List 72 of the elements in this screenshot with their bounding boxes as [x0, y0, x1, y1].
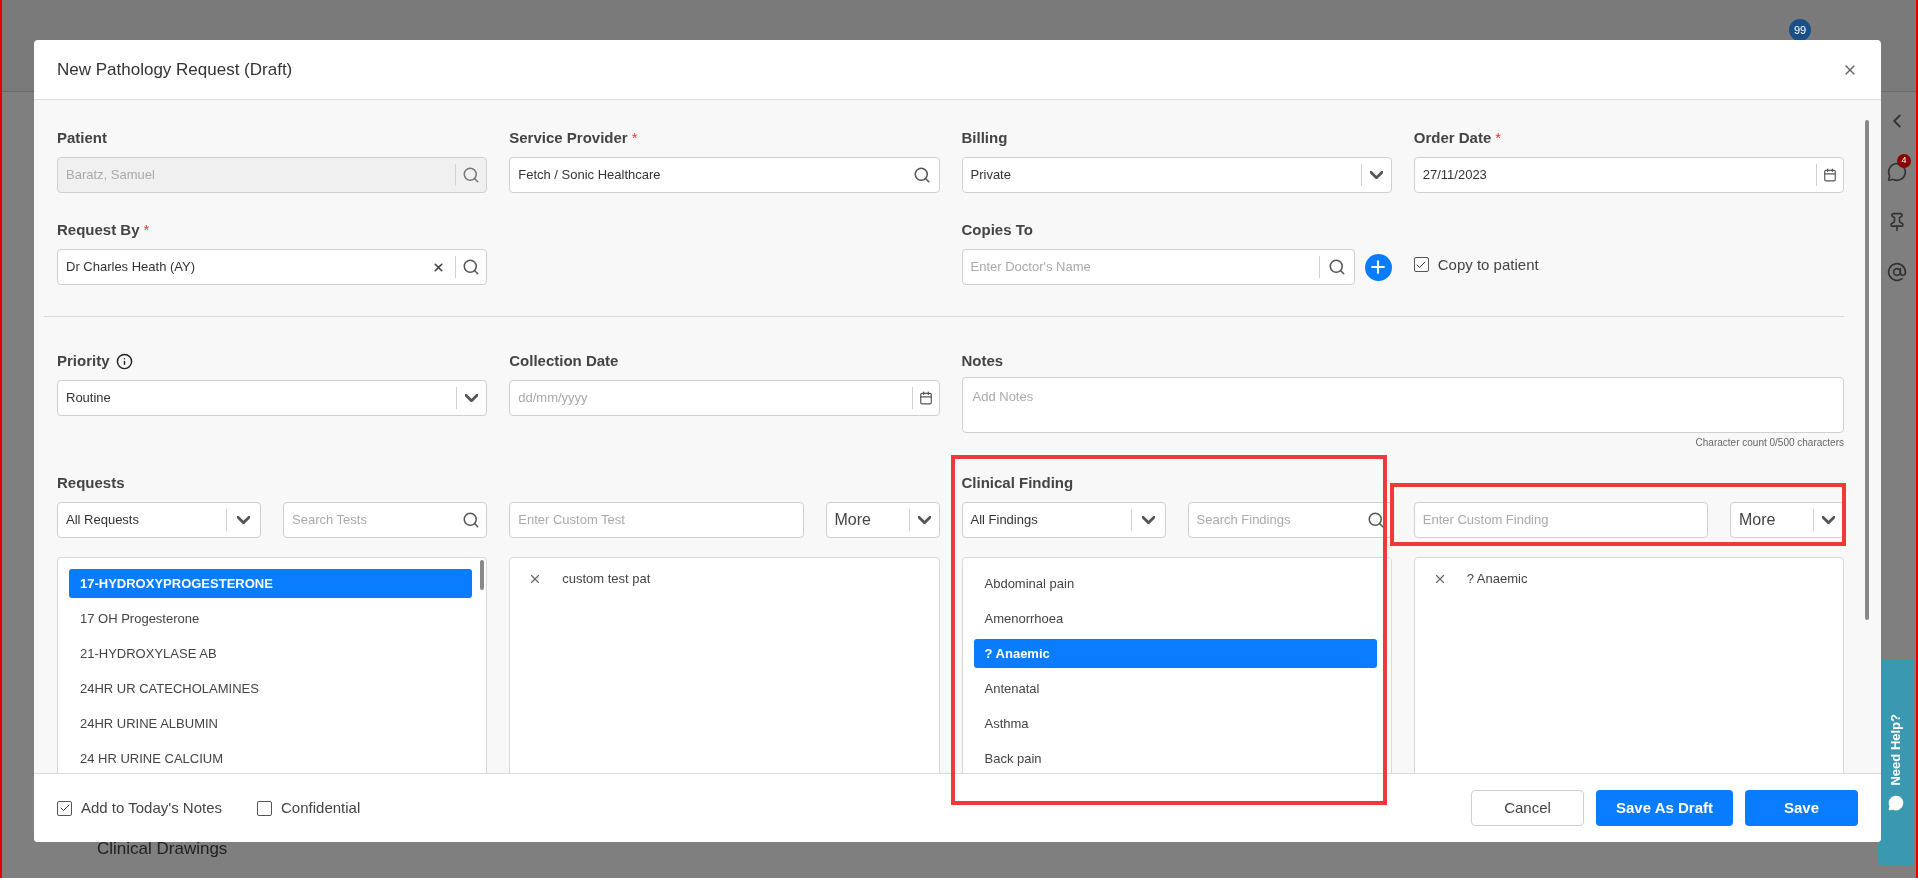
- dialog-button[interactable]: Save: [1745, 790, 1858, 826]
- required-mark: *: [143, 219, 150, 240]
- section-title: Requests: [57, 472, 125, 493]
- calendar-icon: [1823, 168, 1837, 182]
- check-icon: [58, 802, 71, 814]
- more-dropdown[interactable]: More: [825, 502, 940, 538]
- list-item[interactable]: 24HR UR CATECHOLAMINES: [69, 674, 473, 703]
- character-count: Character count 0/500 characters: [1695, 436, 1844, 450]
- required-mark: *: [631, 127, 638, 148]
- field-label: Notes: [961, 350, 1004, 371]
- info-icon[interactable]: [115, 352, 133, 370]
- section-title: Clinical Finding: [961, 472, 1074, 493]
- checkbox[interactable]: [57, 800, 72, 816]
- field-label: Request By: [57, 219, 140, 240]
- chat-icon: [1888, 795, 1904, 812]
- list-item[interactable]: 24 HR URINE CALCIUM: [69, 744, 473, 773]
- dialog-button[interactable]: Save As Draft: [1596, 790, 1733, 826]
- field-label: Order Date: [1413, 127, 1492, 148]
- add-button[interactable]: [1364, 253, 1392, 281]
- list-item[interactable]: ? Anaemic: [973, 639, 1377, 668]
- search-icon: [912, 166, 931, 184]
- more-dropdown[interactable]: More: [1730, 502, 1844, 538]
- search-icon: [1366, 511, 1385, 529]
- list-item[interactable]: Antenatal: [973, 674, 1377, 703]
- list-item[interactable]: 17-HYDROXYPROGESTERONE: [69, 569, 473, 598]
- calendar-icon: [918, 391, 933, 405]
- checkbox[interactable]: [1413, 257, 1429, 273]
- scrollbar[interactable]: [1865, 120, 1869, 620]
- checkbox-label: Add to Today's Notes: [81, 797, 222, 818]
- list-item[interactable]: 17 OH Progesterone: [69, 604, 473, 633]
- select-field[interactable]: Private: [961, 157, 1392, 193]
- chevron-down-icon[interactable]: [1141, 516, 1155, 524]
- selected-item: custom test pat: [562, 570, 651, 589]
- chevron-down-icon[interactable]: [1369, 171, 1383, 179]
- filter-dropdown[interactable]: All Requests: [57, 502, 261, 538]
- chat-badge: 4: [1897, 154, 1911, 168]
- select-field[interactable]: Routine: [57, 380, 488, 416]
- field-label: Priority: [57, 350, 110, 371]
- list-item[interactable]: 21-HYDROXYLASE AB: [69, 639, 473, 668]
- chevron-down-icon[interactable]: [1822, 516, 1835, 524]
- field-label: Collection Date: [509, 350, 619, 371]
- field-label: Billing: [961, 127, 1008, 148]
- date-field[interactable]: 27/11/2023: [1413, 157, 1844, 193]
- checkbox-label: Confidential: [281, 797, 361, 818]
- chat-icon[interactable]: [1887, 162, 1907, 182]
- field-label: Service Provider: [509, 127, 628, 148]
- dialog-button[interactable]: Cancel: [1471, 790, 1584, 826]
- field-label: Patient: [57, 127, 107, 148]
- filter-dropdown[interactable]: All Findings: [961, 502, 1166, 538]
- search-icon: [462, 166, 481, 184]
- pin-icon[interactable]: [1887, 212, 1907, 232]
- input-field[interactable]: Dr Charles Heath (AY): [57, 249, 488, 285]
- chevron-down-icon[interactable]: [465, 394, 479, 402]
- list-item[interactable]: 24HR URINE ALBUMIN: [69, 709, 473, 738]
- input-field[interactable]: Fetch / Sonic Healthcare: [509, 157, 940, 193]
- field-label: Copies To: [961, 219, 1033, 240]
- at-icon[interactable]: [1887, 262, 1907, 282]
- selected-item: ? Anaemic: [1466, 570, 1528, 589]
- scrollbar[interactable]: [480, 560, 485, 590]
- search-icon: [462, 511, 481, 529]
- chevron-down-icon[interactable]: [237, 516, 250, 524]
- checkbox-label: Copy to patient: [1437, 254, 1539, 275]
- list-item[interactable]: Asthma: [973, 709, 1377, 738]
- dialog-title: New Pathology Request (Draft): [57, 58, 293, 81]
- required-mark: *: [1495, 127, 1502, 148]
- checkbox[interactable]: [257, 800, 272, 816]
- list-item[interactable]: Back pain: [973, 744, 1377, 773]
- list-item[interactable]: Abdominal pain: [973, 569, 1377, 598]
- search-icon: [1327, 258, 1346, 276]
- list-item[interactable]: Amenorrhoea: [973, 604, 1377, 633]
- chevron-down-icon[interactable]: [917, 516, 931, 524]
- search-icon: [462, 258, 481, 276]
